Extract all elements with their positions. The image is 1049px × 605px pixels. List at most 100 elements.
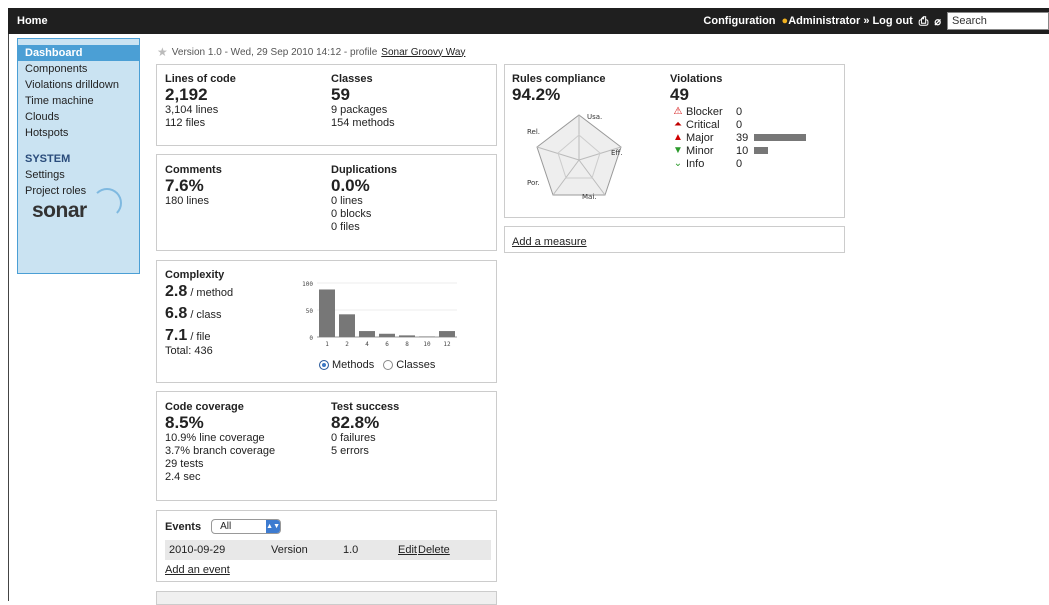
y-tick-label: 50 xyxy=(306,308,314,315)
violation-name[interactable]: Critical xyxy=(686,119,736,131)
violations-label: Violations xyxy=(670,73,723,85)
test-success-value[interactable]: 82.8% xyxy=(331,413,399,432)
packages-count[interactable]: 9 packages xyxy=(331,104,395,117)
violation-count[interactable]: 39 xyxy=(736,132,752,144)
methods-radio[interactable] xyxy=(319,360,329,371)
violation-count[interactable]: 0 xyxy=(736,106,752,118)
user-name[interactable]: Administrator xyxy=(788,15,860,27)
complexity-file-value[interactable]: 7.1 xyxy=(165,327,187,344)
critical-severity-icon: ⏶ xyxy=(674,119,682,130)
x-tick-label: 12 xyxy=(443,341,451,348)
search-input[interactable] xyxy=(947,12,1049,30)
line-coverage[interactable]: 10.9% line coverage xyxy=(165,432,275,445)
sidebar-system-header: SYSTEM xyxy=(25,153,71,165)
configuration-link[interactable]: Configuration xyxy=(703,15,775,27)
violation-name[interactable]: Minor xyxy=(686,145,736,157)
test-failures[interactable]: 0 failures xyxy=(331,432,399,445)
favourite-star-icon[interactable]: ★ xyxy=(157,45,168,59)
add-measure-link[interactable]: Add a measure xyxy=(512,236,587,248)
lines-count[interactable]: 3,104 lines xyxy=(165,104,236,117)
methods-count[interactable]: 154 methods xyxy=(331,117,395,130)
sidebar-item-dashboard[interactable]: Dashboard xyxy=(18,45,139,61)
complexity-bar xyxy=(419,336,435,337)
classes-radio-label[interactable]: Classes xyxy=(396,359,435,371)
complexity-bar xyxy=(319,289,335,337)
y-tick-label: 0 xyxy=(309,335,313,342)
sidebar-item-time-machine[interactable]: Time machine xyxy=(18,93,139,109)
radar-label-reliability: Rel. xyxy=(527,128,540,136)
violation-name[interactable]: Info xyxy=(686,158,736,170)
sidebar-item-hotspots[interactable]: Hotspots xyxy=(18,125,139,141)
duplicated-blocks[interactable]: 0 blocks xyxy=(331,208,397,221)
separator: » xyxy=(863,15,870,27)
rules-compliance-value[interactable]: 94.2% xyxy=(512,85,606,104)
chart-mode-radios: Methods Classes xyxy=(319,359,435,371)
print-icon[interactable]: ⎙ xyxy=(919,14,929,29)
violation-count[interactable]: 0 xyxy=(736,119,752,131)
sonar-logo: sonar xyxy=(32,199,87,222)
top-right-menu: Configuration ● Administrator » Log out … xyxy=(703,12,1049,30)
violation-row-minor[interactable]: ▼ Minor 10 xyxy=(670,144,806,157)
add-measure-widget: Add a measure xyxy=(504,226,845,253)
blocker-severity-icon: ⚠ xyxy=(673,106,683,117)
violation-count[interactable]: 10 xyxy=(736,145,752,157)
tests-count[interactable]: 29 tests xyxy=(165,458,275,471)
violations-value[interactable]: 49 xyxy=(670,85,806,104)
radar-label-usability: Usa. xyxy=(587,113,602,121)
rules-widget: Rules compliance 94.2% Usa. Eff. Mai. Po… xyxy=(504,64,845,218)
violation-row-info[interactable]: ⌄ Info 0 xyxy=(670,157,806,170)
branch-coverage[interactable]: 3.7% branch coverage xyxy=(165,445,275,458)
permalink-icon[interactable]: ⌀ xyxy=(934,15,941,28)
violation-row-critical[interactable]: ⏶ Critical 0 xyxy=(670,118,806,131)
complexity-method-unit: / method xyxy=(190,287,234,299)
coverage-value[interactable]: 8.5% xyxy=(165,413,275,432)
x-tick-label: 4 xyxy=(365,341,369,348)
x-tick-label: 10 xyxy=(423,341,431,348)
duplicated-files[interactable]: 0 files xyxy=(331,221,397,234)
add-event-link[interactable]: Add an event xyxy=(165,564,230,576)
major-severity-icon: ▲ xyxy=(673,132,683,143)
select-arrows-icon: ▲▼ xyxy=(266,520,281,533)
events-filter-select[interactable]: All ▲▼ xyxy=(211,519,282,534)
complexity-label: Complexity xyxy=(165,269,225,281)
sidebar-item-components[interactable]: Components xyxy=(18,61,139,77)
sidebar-item-settings[interactable]: Settings xyxy=(18,167,139,183)
violation-name[interactable]: Blocker xyxy=(686,106,736,118)
x-tick-label: 1 xyxy=(325,341,329,348)
duplications-value[interactable]: 0.0% xyxy=(331,176,397,195)
violation-name[interactable]: Major xyxy=(686,132,736,144)
violation-row-blocker[interactable]: ⚠ Blocker 0 xyxy=(670,105,806,118)
comments-value[interactable]: 7.6% xyxy=(165,176,222,195)
sidebar-item-clouds[interactable]: Clouds xyxy=(18,109,139,125)
duplicated-lines[interactable]: 0 lines xyxy=(331,195,397,208)
top-bar: Home Configuration ● Administrator » Log… xyxy=(8,8,1049,34)
complexity-bar xyxy=(439,331,455,337)
comments-label: Comments xyxy=(165,164,222,176)
event-edit-link[interactable]: Edit xyxy=(398,544,417,556)
complexity-bar xyxy=(399,335,415,337)
home-link[interactable]: Home xyxy=(17,15,48,27)
lines-value[interactable]: 2,192 xyxy=(165,85,236,104)
methods-radio-label[interactable]: Methods xyxy=(332,359,374,371)
violation-count[interactable]: 0 xyxy=(736,158,752,170)
rules-compliance-label: Rules compliance xyxy=(512,73,606,85)
files-count[interactable]: 112 files xyxy=(165,117,236,130)
event-date: 2010-09-29 xyxy=(169,544,226,556)
complexity-method-value[interactable]: 2.8 xyxy=(165,283,187,300)
violation-row-major[interactable]: ▲ Major 39 xyxy=(670,131,806,144)
complexity-file-unit: / file xyxy=(190,331,211,343)
event-category: Version xyxy=(271,544,308,556)
event-delete-link[interactable]: Delete xyxy=(418,544,450,556)
size-widget: Lines of code 2,192 3,104 lines 112 file… xyxy=(156,64,497,146)
coverage-label: Code coverage xyxy=(165,401,244,413)
test-errors[interactable]: 5 errors xyxy=(331,445,399,458)
logout-link[interactable]: Log out xyxy=(872,15,912,27)
classes-value[interactable]: 59 xyxy=(331,85,395,104)
complexity-class-value[interactable]: 6.8 xyxy=(165,305,187,322)
comment-lines[interactable]: 180 lines xyxy=(165,195,222,208)
sidebar-item-violations-drilldown[interactable]: Violations drilldown xyxy=(18,77,139,93)
classes-radio[interactable] xyxy=(383,360,394,371)
coverage-widget: Code coverage 8.5% 10.9% line coverage 3… xyxy=(156,391,497,501)
sidebar: Dashboard Components Violations drilldow… xyxy=(17,38,140,274)
profile-link[interactable]: Sonar Groovy Way xyxy=(381,47,465,58)
